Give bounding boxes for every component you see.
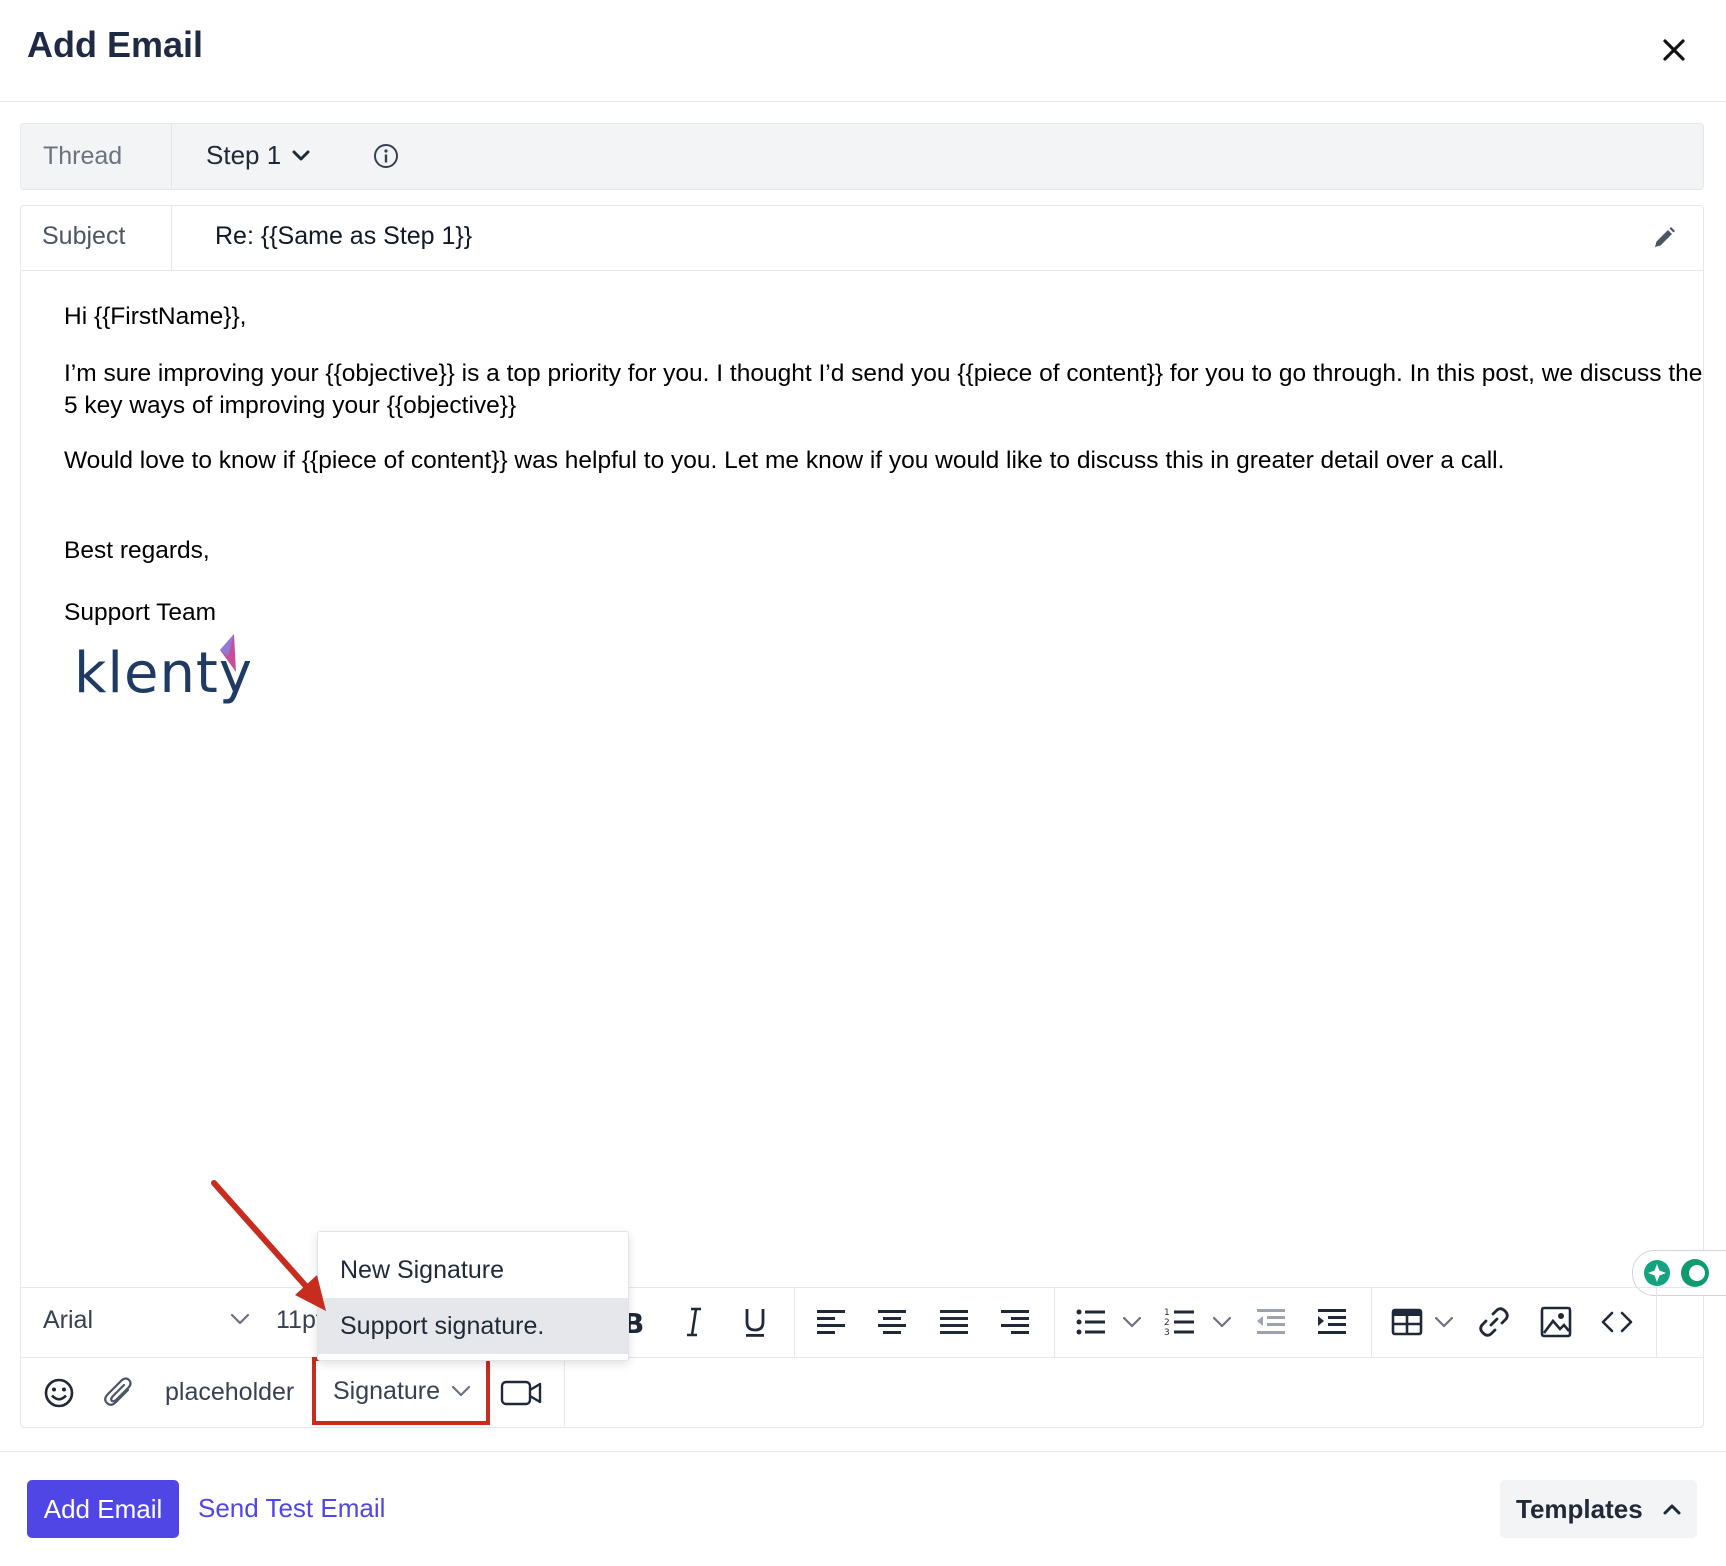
- assistant-icon: [1644, 1259, 1709, 1287]
- toolbar-separator: [1656, 1288, 1657, 1357]
- chevron-up-icon: [1663, 1504, 1681, 1515]
- code-icon[interactable]: [1600, 1305, 1634, 1339]
- chevron-down-icon: [292, 150, 310, 160]
- dropdown-item-support-signature[interactable]: Support signature.: [318, 1298, 628, 1354]
- image-icon[interactable]: [1539, 1305, 1573, 1339]
- align-right-icon[interactable]: [998, 1305, 1032, 1339]
- pencil-icon[interactable]: [1650, 224, 1678, 252]
- svg-text:2: 2: [1164, 1318, 1170, 1328]
- underline-icon[interactable]: [738, 1305, 772, 1339]
- chevron-down-icon[interactable]: [1210, 1310, 1234, 1344]
- toolbar-separator: [794, 1288, 795, 1357]
- step-select-value: Step 1: [206, 140, 282, 170]
- thread-label: Thread: [43, 142, 123, 170]
- toolbar-separator: [1054, 1288, 1055, 1357]
- font-size-select[interactable]: 11pt: [276, 1306, 323, 1335]
- bullet-list-icon[interactable]: [1074, 1305, 1108, 1339]
- body-paragraph-2[interactable]: Would love to know if {{piece of content…: [64, 445, 1504, 477]
- svg-text:3: 3: [1164, 1328, 1170, 1338]
- subject-divider: [21, 270, 1703, 271]
- signature-button-label: Signature: [333, 1376, 441, 1405]
- signature-name[interactable]: Support Team: [64, 597, 216, 629]
- toolbar-top-border: [21, 1287, 1703, 1288]
- send-test-email-link[interactable]: Send Test Email: [198, 1493, 385, 1524]
- dropdown-item-new-signature[interactable]: New Signature: [318, 1242, 628, 1298]
- header-divider: [0, 101, 1726, 102]
- bottom-bar-separator: [564, 1358, 565, 1426]
- toolbar-bottom-border: [21, 1357, 1703, 1358]
- signature-dropdown: New Signature Support signature.: [317, 1231, 629, 1361]
- align-left-icon[interactable]: [814, 1305, 848, 1339]
- subject-divider-vertical: [171, 206, 172, 270]
- templates-label: Templates: [1516, 1493, 1643, 1524]
- signature-button[interactable]: Signature: [312, 1357, 490, 1425]
- body-closing[interactable]: Best regards,: [64, 535, 210, 567]
- subject-label: Subject: [42, 222, 126, 250]
- klenty-logo: klenty: [72, 632, 252, 712]
- writing-assistant-bubble[interactable]: [1632, 1250, 1726, 1296]
- attachment-icon[interactable]: [102, 1376, 136, 1410]
- svg-text:1: 1: [1164, 1308, 1170, 1318]
- indent-icon[interactable]: [1315, 1305, 1349, 1339]
- chevron-down-icon[interactable]: [228, 1311, 252, 1332]
- body-paragraph-1[interactable]: I’m sure improving your {{objective}} is…: [64, 358, 1704, 422]
- italic-icon[interactable]: [677, 1305, 711, 1339]
- chevron-down-icon: [451, 1385, 471, 1397]
- toolbar-separator: [1371, 1288, 1372, 1357]
- subject-input[interactable]: Re: {{Same as Step 1}}: [215, 222, 472, 251]
- footer-divider: [0, 1451, 1726, 1452]
- chevron-down-icon[interactable]: [1120, 1310, 1144, 1344]
- body-greeting[interactable]: Hi {{FirstName}},: [64, 301, 246, 333]
- chevron-down-icon[interactable]: [1432, 1310, 1456, 1344]
- video-icon[interactable]: [499, 1376, 545, 1410]
- table-icon[interactable]: [1390, 1305, 1424, 1339]
- align-center-icon[interactable]: [875, 1305, 909, 1339]
- info-icon[interactable]: [372, 142, 400, 170]
- step-select[interactable]: Step 1: [206, 140, 311, 171]
- font-family-select[interactable]: Arial: [43, 1306, 93, 1335]
- numbered-list-icon[interactable]: 123: [1163, 1305, 1197, 1339]
- modal-title: Add Email: [27, 24, 204, 65]
- placeholder-button[interactable]: placeholder: [165, 1378, 294, 1407]
- thread-divider: [171, 124, 172, 188]
- close-icon: [1663, 39, 1685, 61]
- close-button[interactable]: [1656, 32, 1692, 68]
- emoji-icon[interactable]: [42, 1376, 76, 1410]
- outdent-icon[interactable]: [1254, 1305, 1288, 1339]
- align-justify-icon[interactable]: [937, 1305, 971, 1339]
- add-email-button[interactable]: Add Email: [27, 1480, 179, 1538]
- templates-button[interactable]: Templates: [1500, 1480, 1697, 1538]
- link-icon[interactable]: [1477, 1305, 1511, 1339]
